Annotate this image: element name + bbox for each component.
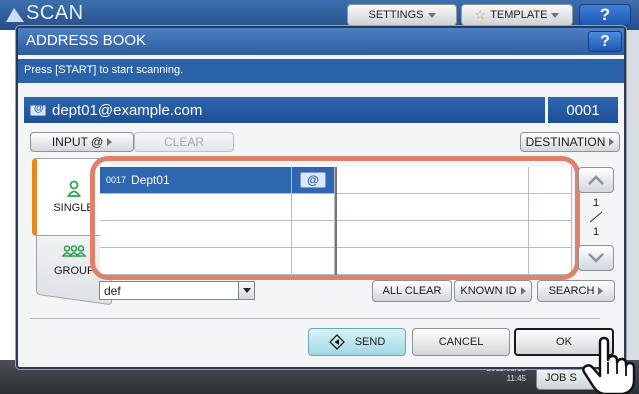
list-item-right[interactable]	[337, 248, 529, 275]
input-at-button[interactable]: INPUT @	[30, 132, 134, 152]
list-item-email[interactable]	[292, 248, 335, 275]
search-label: SEARCH	[548, 285, 595, 297]
column-divider	[335, 167, 337, 275]
settings-button[interactable]: SETTINGS	[347, 4, 457, 26]
scan-screen-title: SCAN	[26, 2, 84, 24]
scan-help-button[interactable]: ?	[579, 4, 631, 26]
all-clear-button[interactable]: ALL CLEAR	[372, 280, 452, 302]
chevron-right-icon	[609, 138, 615, 146]
settings-label: SETTINGS	[368, 9, 424, 21]
selected-address-text: dept01@example.com	[52, 101, 203, 119]
hand-pointer-icon	[582, 336, 636, 394]
cancel-label: CANCEL	[438, 336, 484, 348]
address-list: 0017 Dept01 @	[100, 167, 572, 275]
destination-label: DESTINATION	[525, 135, 606, 149]
chevron-down-icon	[588, 253, 604, 263]
list-item-name[interactable]	[100, 221, 292, 248]
scan-icon	[6, 8, 24, 22]
index-filter-select[interactable]: def	[99, 281, 255, 300]
list-item-email[interactable]	[292, 221, 335, 248]
list-item-right[interactable]	[337, 194, 529, 221]
instruction-message: Press [START] to start scanning.	[18, 59, 624, 83]
tab-single[interactable]: SINGLE	[32, 158, 110, 236]
dropdown-arrow-icon	[238, 282, 254, 299]
group-people-icon	[61, 245, 87, 257]
list-item-right[interactable]	[337, 167, 529, 194]
all-clear-label: ALL CLEAR	[382, 285, 442, 297]
destination-button[interactable]: DESTINATION	[520, 132, 620, 152]
time-text: 11:45	[506, 374, 526, 383]
list-item-right-email[interactable]	[529, 221, 572, 248]
clear-button[interactable]: CLEAR	[134, 132, 234, 152]
send-label: SEND	[354, 336, 386, 348]
known-id-button[interactable]: KNOWN ID	[454, 280, 532, 302]
input-at-label: INPUT @	[51, 135, 104, 149]
scroll-up-button[interactable]	[578, 167, 614, 193]
dialog-help-button[interactable]: ?	[588, 31, 622, 52]
list-item-name[interactable]	[100, 248, 292, 275]
chevron-right-icon	[107, 138, 113, 146]
list-item-right[interactable]	[337, 221, 529, 248]
clear-label: CLEAR	[163, 135, 204, 149]
tab-group-label: GROUP	[53, 265, 95, 277]
page-current: 1	[592, 197, 600, 209]
list-item-label: Dept01	[131, 173, 170, 187]
list-item-email[interactable]: @	[292, 167, 335, 194]
template-label: TEMPLATE	[490, 9, 548, 21]
address-count: 0001	[548, 97, 618, 123]
list-item-number: 0017	[106, 175, 127, 185]
chevron-up-icon	[588, 175, 604, 185]
page-separator	[589, 211, 603, 223]
template-button[interactable]: ☆ TEMPLATE	[461, 4, 573, 26]
page-total: 1	[592, 226, 600, 238]
scroll-down-button[interactable]	[578, 245, 614, 271]
list-item-right-email[interactable]	[529, 167, 572, 194]
start-diamond-icon	[328, 334, 345, 350]
selected-address-field: dept01@example.com	[24, 97, 545, 123]
cancel-button[interactable]: CANCEL	[412, 328, 510, 356]
list-item-right-email[interactable]	[529, 248, 572, 275]
star-icon: ☆	[474, 7, 487, 22]
index-filter-value: def	[104, 283, 121, 298]
tab-single-label: SINGLE	[53, 202, 94, 214]
scan-screen-edge	[627, 30, 639, 360]
ok-label: OK	[556, 336, 572, 348]
email-icon	[30, 103, 46, 116]
single-person-icon	[66, 180, 81, 197]
list-item-email[interactable]	[292, 194, 335, 221]
list-item-right-email[interactable]	[529, 194, 572, 221]
chevron-down-icon	[551, 12, 560, 18]
known-id-label: KNOWN ID	[460, 285, 517, 297]
chevron-down-icon	[427, 12, 436, 18]
chevron-right-icon	[598, 287, 604, 295]
chevron-right-icon	[520, 287, 526, 295]
list-item-name[interactable]	[100, 194, 292, 221]
job-status-label: JOB S	[545, 372, 577, 384]
email-at-icon: @	[300, 172, 326, 188]
dialog-title: ADDRESS BOOK	[26, 32, 147, 49]
search-button[interactable]: SEARCH	[537, 280, 615, 302]
divider	[30, 318, 600, 319]
send-button[interactable]: SEND	[308, 328, 406, 356]
list-item-name[interactable]: 0017 Dept01	[100, 167, 292, 194]
